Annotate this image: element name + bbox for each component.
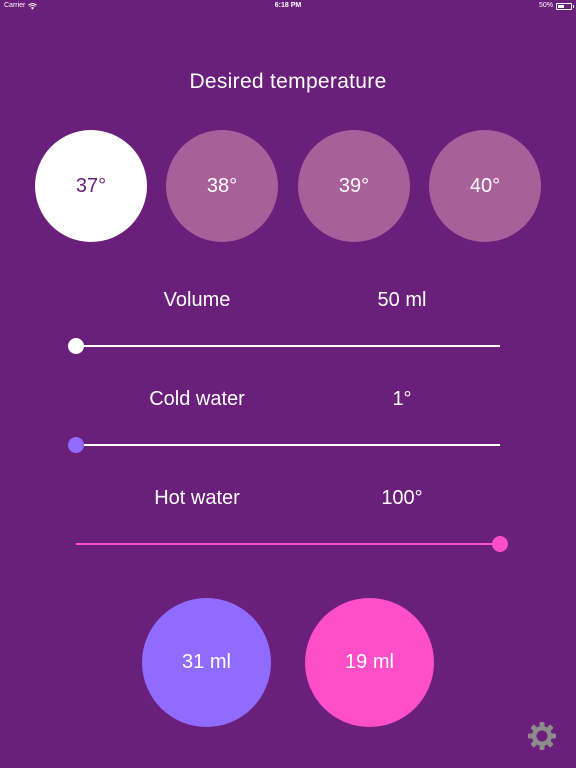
- cold-water-label: Cold water: [149, 388, 245, 410]
- cold-water-value: 1°: [392, 388, 412, 410]
- status-bar: Carrier 6:18 PM 50%: [0, 0, 576, 12]
- temperature-option-38[interactable]: 38°: [166, 130, 278, 242]
- volume-slider-track: [76, 345, 500, 347]
- hot-water-amount: 19 ml: [305, 598, 434, 727]
- page-title: Desired temperature: [189, 70, 387, 93]
- volume-slider-thumb[interactable]: [68, 338, 84, 354]
- status-right: 50%: [538, 0, 574, 12]
- hot-water-slider[interactable]: [76, 534, 508, 554]
- hot-water-slider-thumb[interactable]: [492, 536, 508, 552]
- hot-water-label: Hot water: [154, 487, 240, 509]
- temperature-option-37[interactable]: 37°: [35, 130, 147, 242]
- battery-icon: [556, 2, 574, 10]
- temperature-option-39[interactable]: 39°: [298, 130, 410, 242]
- cold-water-slider-track: [76, 444, 500, 446]
- hot-water-value: 100°: [381, 487, 423, 509]
- cold-water-slider[interactable]: [68, 435, 500, 455]
- gear-icon[interactable]: [526, 720, 558, 752]
- cold-water-amount: 31 ml: [142, 598, 271, 727]
- battery-percent: 50%: [538, 2, 553, 9]
- volume-slider[interactable]: [68, 336, 500, 356]
- cold-water-slider-thumb[interactable]: [68, 437, 84, 453]
- status-time: 6:18 PM: [274, 2, 302, 9]
- hot-water-slider-fill: [76, 543, 500, 545]
- temperature-option-40[interactable]: 40°: [429, 130, 541, 242]
- volume-value: 50 ml: [377, 289, 427, 311]
- volume-label: Volume: [163, 289, 231, 311]
